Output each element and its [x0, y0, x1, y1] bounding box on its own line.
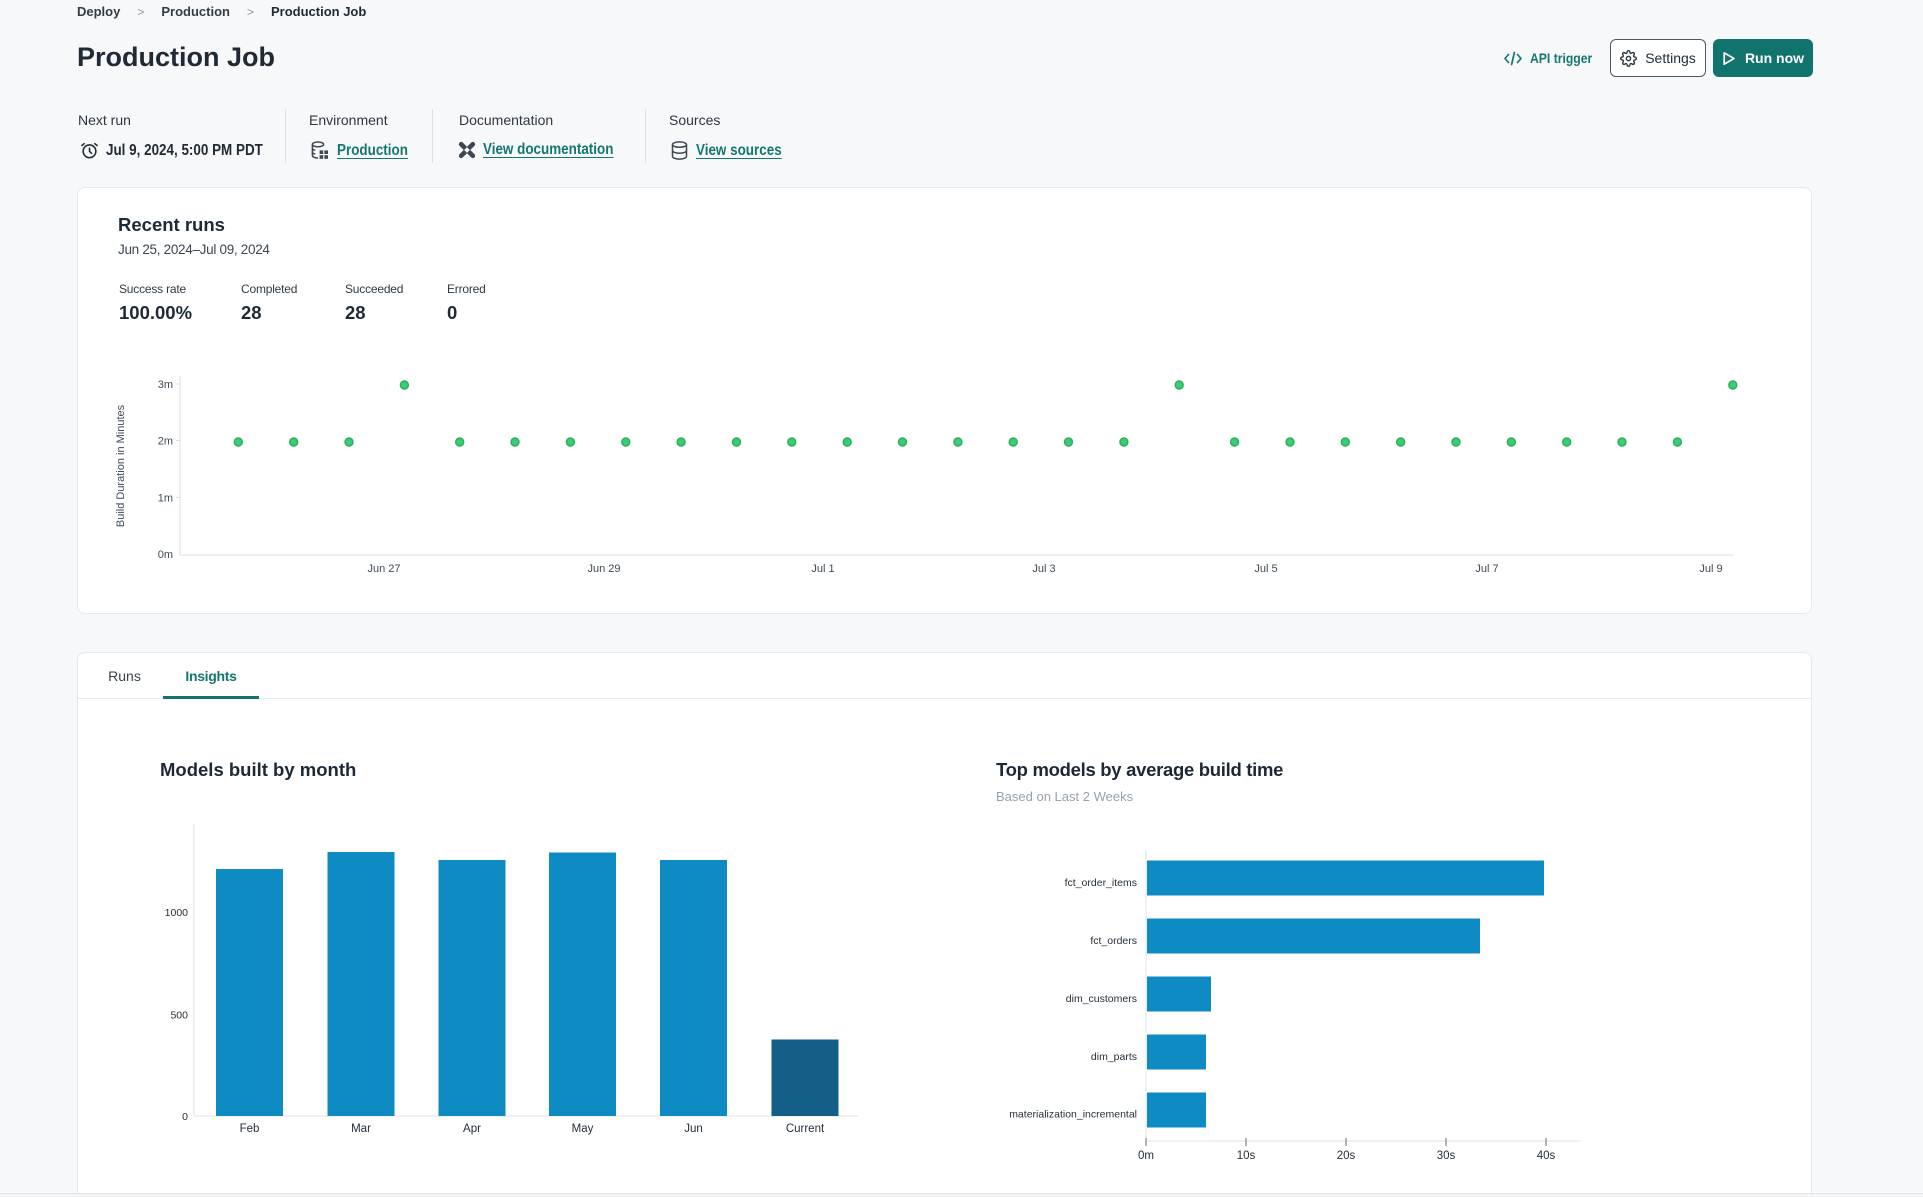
svg-text:0m: 0m [1138, 1150, 1154, 1162]
svg-text:May: May [572, 1123, 594, 1135]
svg-text:Jul 5: Jul 5 [1254, 563, 1277, 575]
svg-text:40s: 40s [1537, 1150, 1556, 1162]
svg-text:fct_order_items: fct_order_items [1065, 877, 1137, 889]
svg-text:30s: 30s [1437, 1150, 1456, 1162]
svg-text:500: 500 [170, 1010, 188, 1022]
svg-text:materialization_incremental: materialization_incremental [1009, 1109, 1137, 1121]
svg-text:3m: 3m [158, 379, 173, 391]
svg-text:Jul 1: Jul 1 [811, 563, 834, 575]
svg-text:Mar: Mar [351, 1123, 371, 1135]
svg-text:dim_parts: dim_parts [1091, 1051, 1137, 1063]
svg-text:Build Duration in Minutes: Build Duration in Minutes [115, 404, 127, 527]
svg-text:fct_orders: fct_orders [1090, 935, 1137, 947]
svg-text:Jul 3: Jul 3 [1032, 563, 1055, 575]
svg-text:Feb: Feb [240, 1123, 260, 1135]
svg-text:Jun: Jun [684, 1123, 703, 1135]
svg-text:10s: 10s [1237, 1150, 1256, 1162]
svg-text:20s: 20s [1337, 1150, 1356, 1162]
svg-text:Jul 9: Jul 9 [1699, 563, 1722, 575]
svg-text:Current: Current [786, 1123, 825, 1135]
svg-text:0: 0 [182, 1111, 188, 1123]
svg-text:0m: 0m [158, 549, 173, 561]
svg-text:Jun 29: Jun 29 [587, 563, 620, 575]
svg-text:1m: 1m [158, 492, 173, 504]
svg-text:Jul 7: Jul 7 [1475, 563, 1498, 575]
svg-text:2m: 2m [158, 436, 173, 448]
svg-text:Jun 27: Jun 27 [367, 563, 400, 575]
svg-text:Apr: Apr [463, 1123, 481, 1135]
svg-text:dim_customers: dim_customers [1066, 993, 1137, 1005]
svg-text:1000: 1000 [165, 907, 189, 919]
